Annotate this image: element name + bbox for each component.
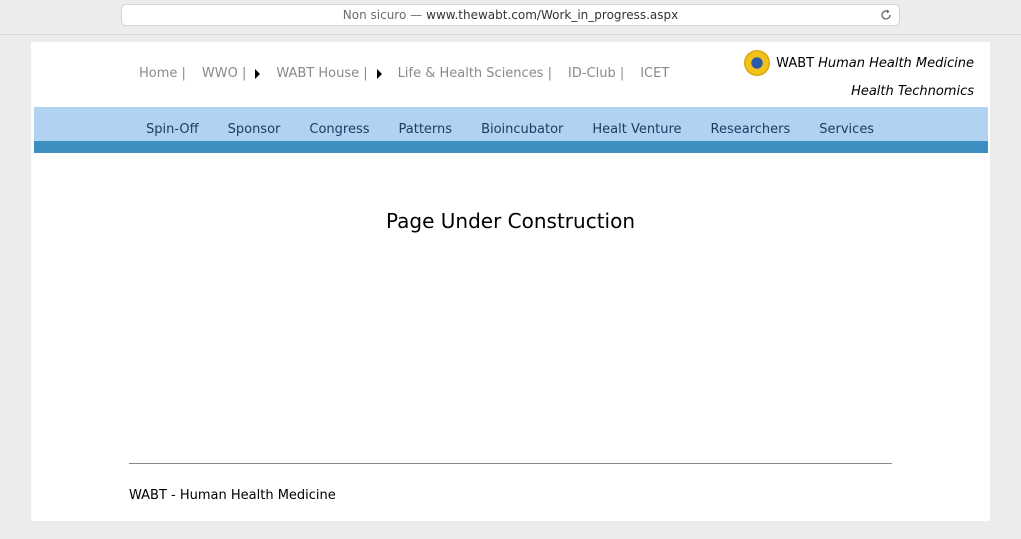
brand-subtitle: Health Technomics — [851, 84, 974, 99]
reload-icon[interactable] — [879, 8, 893, 22]
footer-text: WABT - Human Health Medicine — [129, 488, 336, 503]
nav-icet[interactable]: ICET — [640, 66, 669, 81]
triangle-right-icon — [376, 68, 382, 79]
nav-services[interactable]: Services — [819, 122, 874, 137]
nav-id-club[interactable]: ID-Club | — [568, 66, 624, 81]
nav-sponsor[interactable]: Sponsor — [228, 122, 281, 137]
nav-congress[interactable]: Congress — [309, 122, 369, 137]
brand: WABT Human Health Medicine Health Techno… — [744, 50, 974, 99]
main-navigation: Spin-Off Sponsor Congress Patterns Bioin… — [34, 107, 988, 141]
nav-accent-bar — [34, 141, 988, 153]
page-title: Page Under Construction — [385, 209, 635, 233]
nav-wwo[interactable]: WWO | — [202, 66, 246, 81]
footer-divider — [129, 463, 892, 464]
top-navigation: Home | WWO | WABT House | Life & Health … — [139, 66, 685, 81]
triangle-right-icon — [255, 68, 261, 79]
nav-bioincubator[interactable]: Bioincubator — [481, 122, 563, 137]
browser-toolbar: Non sicuro — www.thewabt.com/Work_in_pro… — [0, 0, 1021, 35]
page: Home | WWO | WABT House | Life & Health … — [31, 42, 990, 521]
address-bar[interactable]: Non sicuro — www.thewabt.com/Work_in_pro… — [121, 4, 900, 26]
nav-spin-off[interactable]: Spin-Off — [146, 122, 199, 137]
nav-wabt-house[interactable]: WABT House | — [276, 66, 367, 81]
security-label: Non sicuro — — [342, 8, 423, 22]
nav-home[interactable]: Home | — [139, 66, 186, 81]
nav-patterns[interactable]: Patterns — [399, 122, 453, 137]
brand-tagline: Human Health Medicine — [818, 55, 974, 71]
nav-life-health-sciences[interactable]: Life & Health Sciences | — [398, 66, 552, 81]
nav-researchers[interactable]: Researchers — [711, 122, 791, 137]
url-text: www.thewabt.com/Work_in_progress.aspx — [426, 8, 679, 22]
nav-healt-venture[interactable]: Healt Venture — [592, 122, 681, 137]
brand-name: WABT — [776, 55, 815, 71]
wabt-logo-icon[interactable] — [744, 50, 771, 76]
